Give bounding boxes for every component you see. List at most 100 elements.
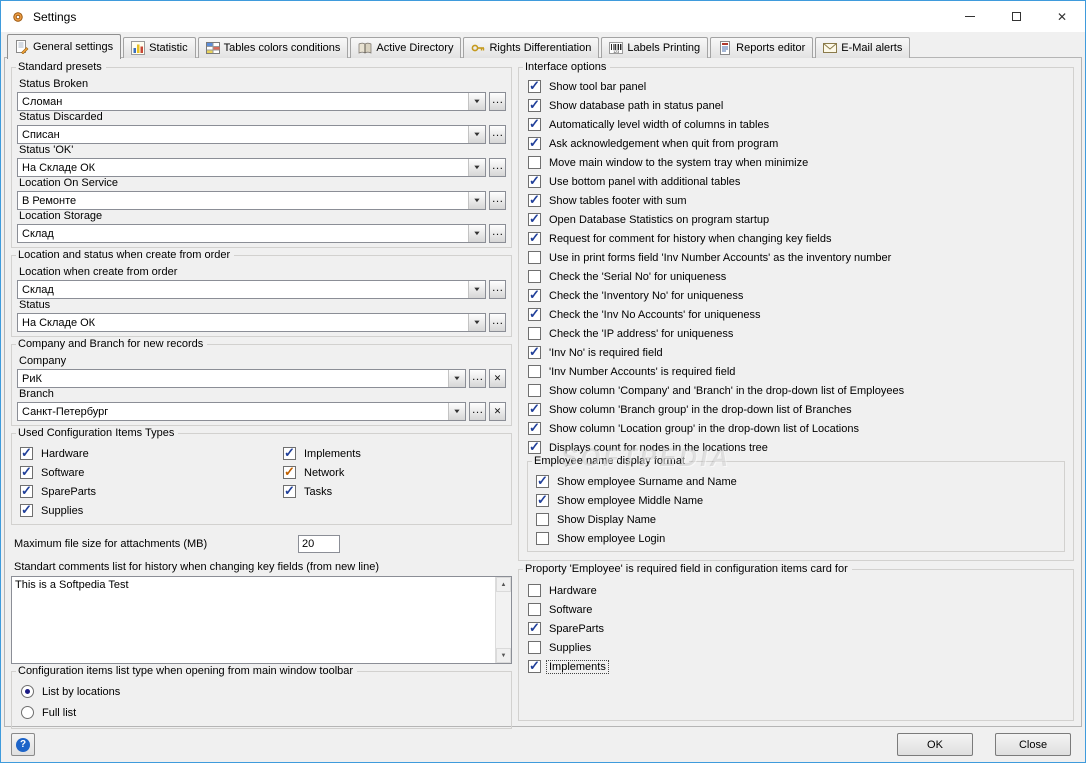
checkbox[interactable] bbox=[536, 494, 549, 507]
checkbox[interactable] bbox=[20, 466, 33, 479]
clear-button[interactable]: ✕ bbox=[489, 402, 506, 421]
checkbox[interactable] bbox=[528, 622, 541, 635]
dropdown-button[interactable]: ▼ bbox=[468, 126, 485, 143]
vertical-scrollbar[interactable]: ▲ ▼ bbox=[495, 577, 511, 663]
checkbox-row[interactable]: Supplies bbox=[17, 501, 280, 520]
checkbox[interactable] bbox=[528, 660, 541, 673]
checkbox-row[interactable]: Software bbox=[17, 463, 280, 482]
checkbox-row[interactable]: Show column 'Location group' in the drop… bbox=[525, 419, 1067, 438]
tab-reports-editor[interactable]: Reports editor bbox=[710, 37, 814, 58]
checkbox[interactable] bbox=[528, 99, 541, 112]
tab-active-directory[interactable]: Active Directory bbox=[350, 37, 462, 58]
close-dialog-button[interactable]: Close bbox=[995, 733, 1071, 756]
combo-box[interactable]: Склад ▼ bbox=[17, 224, 486, 243]
ellipsis-button[interactable]: … bbox=[489, 158, 506, 177]
help-button[interactable]: ? bbox=[11, 733, 35, 756]
checkbox-row[interactable]: Ask acknowledgement when quit from progr… bbox=[525, 134, 1067, 153]
ellipsis-button[interactable]: … bbox=[489, 191, 506, 210]
ellipsis-button[interactable]: … bbox=[469, 402, 486, 421]
checkbox[interactable] bbox=[528, 308, 541, 321]
ellipsis-button[interactable]: … bbox=[489, 224, 506, 243]
maximize-button[interactable] bbox=[993, 1, 1039, 32]
checkbox[interactable] bbox=[20, 485, 33, 498]
combo-box[interactable]: На Складе ОК ▼ bbox=[17, 158, 486, 177]
checkbox-row[interactable]: Hardware bbox=[17, 444, 280, 463]
checkbox-row[interactable]: Check the 'Inv No Accounts' for uniquene… bbox=[525, 305, 1067, 324]
radio-button[interactable] bbox=[21, 706, 34, 719]
checkbox[interactable] bbox=[528, 365, 541, 378]
combo-box[interactable]: РиК ▼ bbox=[17, 369, 466, 388]
checkbox-row[interactable]: 'Inv No' is required field bbox=[525, 343, 1067, 362]
checkbox[interactable] bbox=[528, 584, 541, 597]
checkbox-row[interactable]: Show employee Login bbox=[533, 529, 1059, 548]
ellipsis-button[interactable]: … bbox=[489, 280, 506, 299]
radio-row[interactable]: List by locations bbox=[17, 681, 506, 702]
checkbox[interactable] bbox=[283, 466, 296, 479]
checkbox[interactable] bbox=[528, 137, 541, 150]
checkbox-row[interactable]: Show Display Name bbox=[533, 510, 1059, 529]
checkbox-row[interactable]: Check the 'Inventory No' for uniqueness bbox=[525, 286, 1067, 305]
checkbox[interactable] bbox=[528, 232, 541, 245]
checkbox-row[interactable]: Automatically level width of columns in … bbox=[525, 115, 1067, 134]
checkbox[interactable] bbox=[283, 485, 296, 498]
tab-general-settings[interactable]: General settings bbox=[7, 34, 122, 59]
checkbox-row[interactable]: Show column 'Branch group' in the drop-d… bbox=[525, 400, 1067, 419]
checkbox[interactable] bbox=[528, 346, 541, 359]
checkbox-row[interactable]: Hardware bbox=[525, 581, 1067, 600]
dropdown-button[interactable]: ▼ bbox=[468, 281, 485, 298]
scrollbar-track[interactable] bbox=[496, 592, 511, 648]
checkbox-row[interactable]: SpareParts bbox=[525, 619, 1067, 638]
ellipsis-button[interactable]: … bbox=[469, 369, 486, 388]
checkbox[interactable] bbox=[20, 504, 33, 517]
scroll-up-button[interactable]: ▲ bbox=[496, 577, 511, 592]
combo-box[interactable]: Сломан ▼ bbox=[17, 92, 486, 111]
dropdown-button[interactable]: ▼ bbox=[448, 403, 465, 420]
checkbox-row[interactable]: Request for comment for history when cha… bbox=[525, 229, 1067, 248]
dropdown-button[interactable]: ▼ bbox=[468, 192, 485, 209]
checkbox[interactable] bbox=[283, 447, 296, 460]
checkbox[interactable] bbox=[536, 513, 549, 526]
checkbox-row[interactable]: Show tool bar panel bbox=[525, 77, 1067, 96]
checkbox[interactable] bbox=[528, 327, 541, 340]
checkbox-row[interactable]: Use in print forms field 'Inv Number Acc… bbox=[525, 248, 1067, 267]
minimize-button[interactable] bbox=[947, 1, 993, 32]
checkbox-row[interactable]: Check the 'Serial No' for uniqueness bbox=[525, 267, 1067, 286]
checkbox[interactable] bbox=[528, 289, 541, 302]
tab-tables-colors-conditions[interactable]: Tables colors conditions bbox=[197, 37, 349, 58]
checkbox[interactable] bbox=[20, 447, 33, 460]
checkbox[interactable] bbox=[528, 441, 541, 454]
tab-email-alerts[interactable]: E-Mail alerts bbox=[815, 37, 911, 58]
checkbox-row[interactable]: Use bottom panel with additional tables bbox=[525, 172, 1067, 191]
checkbox-row[interactable]: Show tables footer with sum bbox=[525, 191, 1067, 210]
radio-row[interactable]: Full list bbox=[17, 702, 506, 723]
combo-box[interactable]: Санкт-Петербург ▼ bbox=[17, 402, 466, 421]
dropdown-button[interactable]: ▼ bbox=[468, 225, 485, 242]
combo-box[interactable]: В Ремонте ▼ bbox=[17, 191, 486, 210]
checkbox-row[interactable]: Network bbox=[280, 463, 363, 482]
checkbox[interactable] bbox=[528, 213, 541, 226]
checkbox[interactable] bbox=[528, 194, 541, 207]
checkbox-row[interactable]: SpareParts bbox=[17, 482, 280, 501]
dropdown-button[interactable]: ▼ bbox=[448, 370, 465, 387]
checkbox-row[interactable]: Move main window to the system tray when… bbox=[525, 153, 1067, 172]
clear-button[interactable]: ✕ bbox=[489, 369, 506, 388]
ellipsis-button[interactable]: … bbox=[489, 92, 506, 111]
close-window-button[interactable]: ✕ bbox=[1039, 1, 1085, 32]
checkbox[interactable] bbox=[528, 251, 541, 264]
tab-rights-differentiation[interactable]: Rights Differentiation bbox=[463, 37, 600, 58]
checkbox[interactable] bbox=[528, 603, 541, 616]
dropdown-button[interactable]: ▼ bbox=[468, 314, 485, 331]
checkbox[interactable] bbox=[528, 403, 541, 416]
tab-statistic[interactable]: Statistic bbox=[123, 37, 196, 58]
comments-textarea[interactable]: This is a Softpedia Test ▲ ▼ bbox=[11, 576, 512, 664]
max-file-size-input[interactable] bbox=[298, 535, 340, 553]
checkbox[interactable] bbox=[528, 175, 541, 188]
tab-labels-printing[interactable]: 123 Labels Printing bbox=[601, 37, 709, 58]
ok-button[interactable]: OK bbox=[897, 733, 973, 756]
checkbox-row[interactable]: Tasks bbox=[280, 482, 363, 501]
combo-box[interactable]: Склад ▼ bbox=[17, 280, 486, 299]
scroll-down-button[interactable]: ▼ bbox=[496, 648, 511, 663]
ellipsis-button[interactable]: … bbox=[489, 313, 506, 332]
checkbox-row[interactable]: Software bbox=[525, 600, 1067, 619]
combo-box[interactable]: На Складе ОК ▼ bbox=[17, 313, 486, 332]
